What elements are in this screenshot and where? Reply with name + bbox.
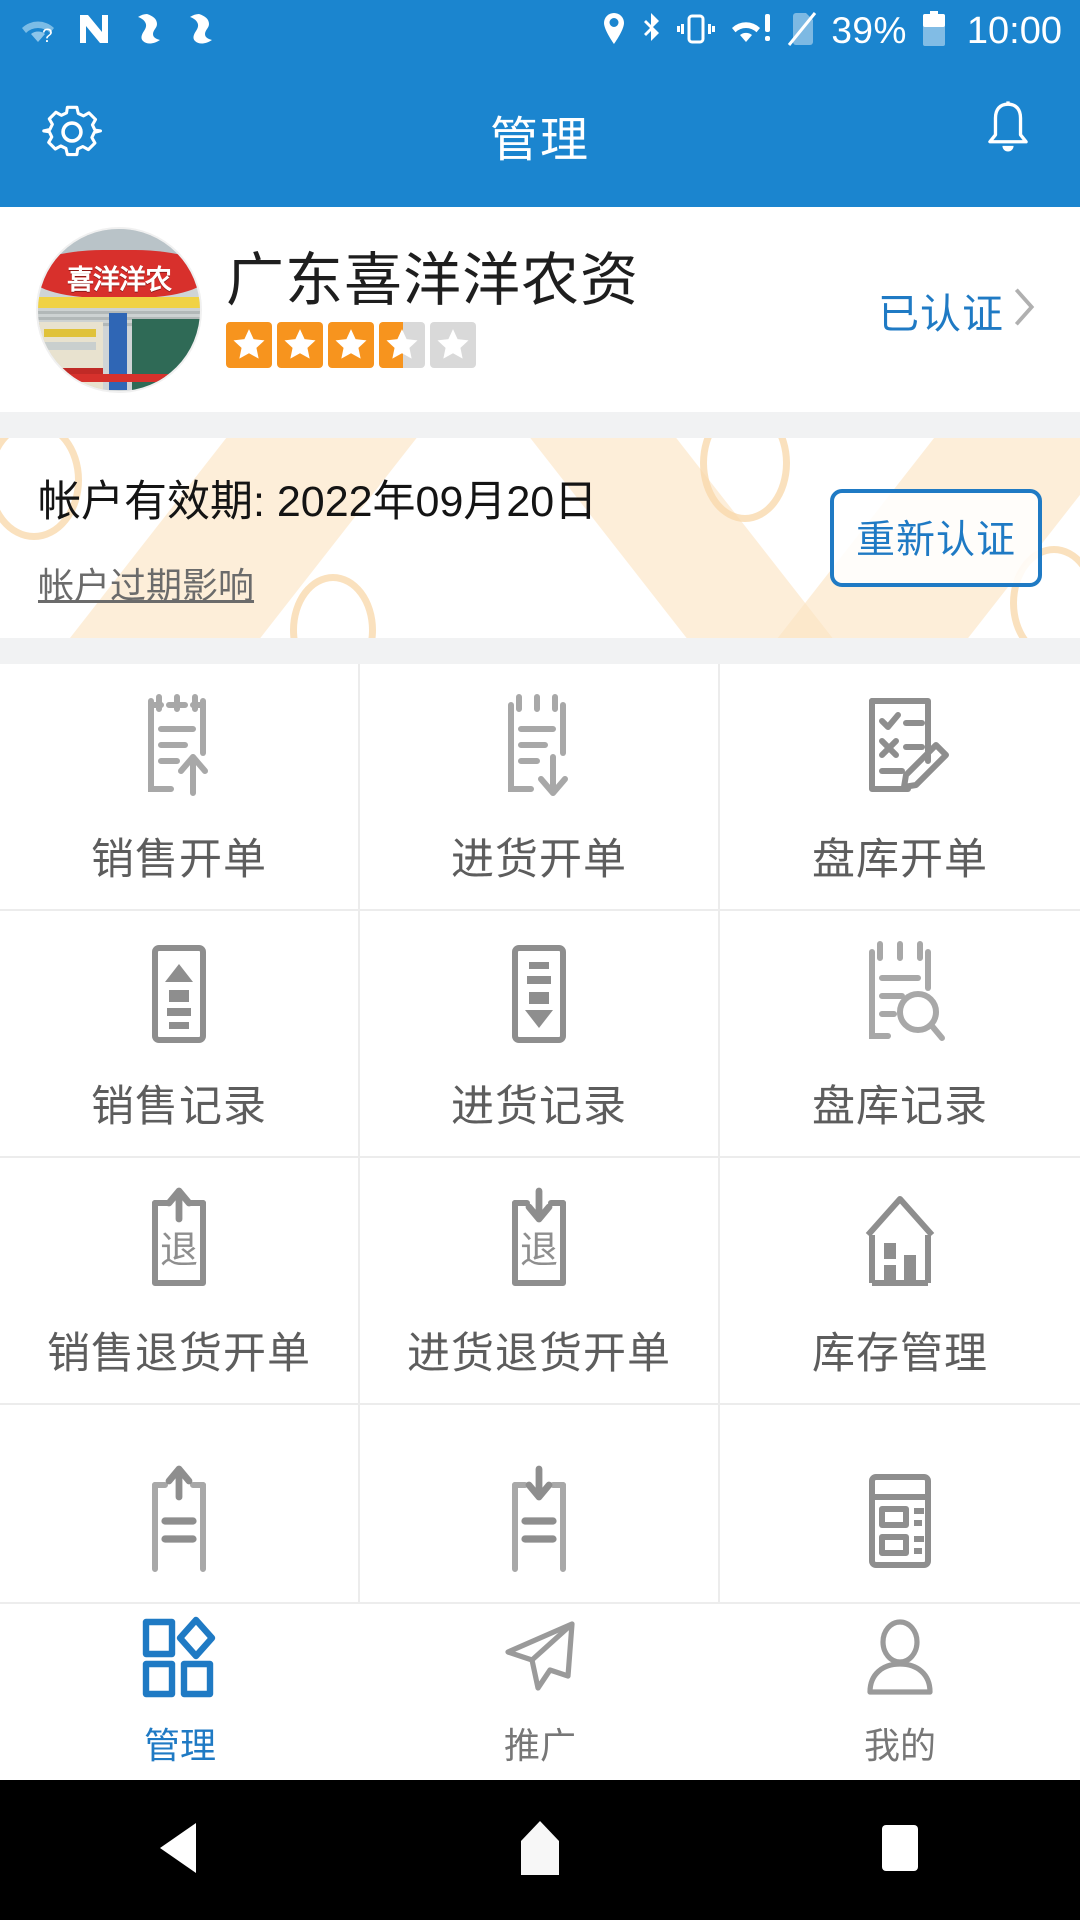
wifi-alert-icon — [729, 12, 773, 51]
chevron-right-icon — [1010, 284, 1038, 335]
avatar[interactable]: 喜洋洋农 — [38, 228, 200, 391]
grid-item-label: 销售记录 — [91, 1082, 267, 1131]
bluetooth-icon — [641, 12, 663, 51]
grid-item-label: 销售开单 — [91, 835, 267, 884]
tab-label: 推广 — [503, 1724, 576, 1766]
gear-icon — [39, 99, 105, 170]
tab-management[interactable]: 管理 — [0, 1604, 360, 1780]
bottom-tab-bar: 管理 推广 我的 — [0, 1602, 1080, 1780]
grid-item-label: 销售退货开单 — [47, 1329, 311, 1378]
shop-sign-text: 喜洋洋农 — [67, 264, 172, 295]
home-button[interactable] — [495, 1805, 585, 1895]
rating-stars — [226, 321, 639, 368]
home-pentagon-icon — [513, 1819, 567, 1882]
recents-button[interactable] — [855, 1805, 945, 1895]
grid-item-label: 进货开单 — [451, 835, 627, 884]
grid-item-label: 盘库开单 — [812, 835, 988, 884]
grid-item-label: 进货记录 — [451, 1082, 627, 1131]
shop-name: 广东喜洋洋农资 — [226, 248, 640, 314]
grid-item-inventory-management[interactable]: 库存管理 — [720, 1158, 1080, 1405]
grid-item-purchase-order[interactable]: 进货开单 — [360, 664, 720, 911]
verified-status-button[interactable]: 已认证 — [878, 280, 1042, 340]
tab-label: 管理 — [143, 1724, 216, 1766]
grid-item-purchase-return-order[interactable]: 退 进货退货开单 — [360, 1158, 720, 1405]
section-divider-2 — [0, 638, 1080, 664]
settings-button[interactable] — [30, 93, 114, 177]
sync-icon — [130, 12, 164, 51]
star-1 — [226, 321, 272, 368]
back-triangle-icon — [154, 1819, 206, 1882]
report-list-icon — [844, 1459, 956, 1577]
doc-up-arrow-icon — [123, 1459, 235, 1577]
shop-photo: 喜洋洋农 — [38, 228, 200, 391]
section-divider-1 — [0, 412, 1080, 438]
warehouse-icon — [844, 1181, 956, 1299]
expire-impact-link[interactable]: 帐户过期影响 — [38, 557, 254, 609]
return-down-icon: 退 — [483, 1181, 595, 1299]
grid-diamond-icon — [136, 1616, 224, 1705]
doc-down-arrow-icon — [483, 1459, 595, 1577]
star-2 — [277, 321, 323, 368]
validity-texts: 帐户有效期: 2022年09月20日 帐户过期影响 — [38, 467, 597, 609]
n-logo-icon — [76, 12, 112, 51]
status-bar-left-icons: ? — [18, 12, 216, 51]
notifications-button[interactable] — [966, 93, 1050, 177]
star-4 — [379, 321, 425, 368]
phone-screen: ? 39% 10:00 管理 喜洋洋农 广东喜洋洋农资 已认证 帐户有效期: 2… — [0, 0, 1080, 1920]
recertify-button[interactable]: 重新认证 — [829, 489, 1042, 587]
battery-percent-text: 39% — [831, 10, 907, 51]
sim-off-icon — [787, 11, 817, 52]
clipboard-up-arrow-icon — [123, 687, 235, 805]
shop-profile-row[interactable]: 喜洋洋农 广东喜洋洋农资 已认证 — [0, 207, 1080, 412]
grid-item-sales-records[interactable]: 销售记录 — [0, 911, 360, 1158]
grid-item-purchase-records[interactable]: 进货记录 — [360, 911, 720, 1158]
tab-profile[interactable]: 我的 — [720, 1604, 1080, 1780]
person-icon — [856, 1616, 944, 1705]
android-navigation-bar — [0, 1780, 1080, 1920]
function-grid: 销售开单 进货开单 盘库开单 销售记录 进货记录 盘库记录 退 销售退货开单 退… — [0, 664, 1080, 1652]
status-bar: ? 39% 10:00 — [0, 0, 1080, 62]
status-bar-right-icons: 39% 10:00 — [601, 10, 1062, 53]
status-badge: 已认证 — [878, 290, 1004, 337]
star-3 — [328, 321, 374, 368]
clipboard-search-icon — [844, 934, 956, 1052]
svg-text:退: 退 — [520, 1230, 558, 1272]
page-title: 管理 — [489, 113, 590, 167]
sync-icon-2 — [182, 12, 216, 51]
profile-info: 广东喜洋洋农资 — [226, 248, 640, 368]
recents-square-icon — [876, 1819, 924, 1882]
grid-item-sales-order[interactable]: 销售开单 — [0, 664, 360, 911]
battery-icon — [921, 10, 947, 52]
location-icon — [601, 12, 627, 51]
app-bar: 管理 — [0, 62, 1080, 207]
back-button[interactable] — [135, 1805, 225, 1895]
grid-item-stocktake-order[interactable]: 盘库开单 — [720, 664, 1080, 911]
tab-promotion[interactable]: 推广 — [360, 1604, 720, 1780]
paper-plane-icon — [496, 1616, 584, 1705]
svg-text:退: 退 — [160, 1230, 198, 1272]
grid-item-label: 库存管理 — [812, 1329, 988, 1378]
grid-item-sales-return-order[interactable]: 退 销售退货开单 — [0, 1158, 360, 1405]
account-validity-date: 帐户有效期: 2022年09月20日 — [38, 478, 598, 526]
svg-text:?: ? — [42, 26, 53, 46]
clock-text: 10:00 — [966, 9, 1062, 52]
wifi-question-icon: ? — [18, 12, 58, 51]
clipboard-down-arrow-icon — [483, 687, 595, 805]
box-up-triangle-icon — [123, 934, 235, 1052]
grid-item-stocktake-records[interactable]: 盘库记录 — [720, 911, 1080, 1158]
return-up-icon: 退 — [123, 1181, 235, 1299]
bell-icon — [979, 100, 1037, 169]
vibrate-icon — [677, 12, 716, 51]
grid-item-label: 进货退货开单 — [407, 1329, 671, 1378]
star-5 — [430, 321, 476, 368]
grid-item-label: 盘库记录 — [812, 1082, 988, 1131]
checklist-pencil-icon — [844, 687, 956, 805]
box-down-triangle-icon — [483, 934, 595, 1052]
account-validity-section: 帐户有效期: 2022年09月20日 帐户过期影响 重新认证 — [0, 438, 1080, 638]
tab-label: 我的 — [863, 1724, 936, 1766]
